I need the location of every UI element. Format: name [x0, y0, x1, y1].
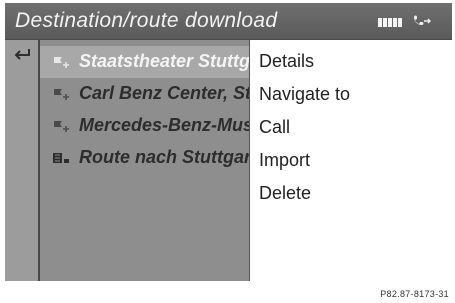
destination-flag-icon — [54, 121, 69, 132]
list-item[interactable]: Staatstheater Stuttgart — [40, 46, 250, 78]
route-icon — [53, 153, 69, 163]
options-menu: Details Navigate to Call Import Delete — [249, 40, 452, 281]
signal-bar — [393, 18, 397, 27]
signal-strength-icon — [378, 18, 402, 27]
screen-title: Destination/route download — [15, 9, 278, 32]
phone-connection-icon — [414, 15, 431, 25]
destination-flag-icon — [54, 57, 69, 68]
signal-bar — [398, 18, 402, 27]
menu-item-details[interactable]: Details — [250, 46, 452, 76]
menu-item-label: Details — [259, 51, 315, 71]
menu-item-call[interactable]: Call — [250, 112, 452, 142]
signal-bar — [388, 18, 392, 27]
list-item-label: Staatstheater Stuttgart — [79, 51, 250, 71]
back-column[interactable] — [5, 40, 38, 281]
list-item[interactable]: Mercedes-Benz-Museum — [40, 110, 250, 142]
list-item-label: Carl Benz Center, Stuttgart — [79, 83, 250, 103]
menu-item-label: Navigate to — [259, 84, 351, 104]
menu-item-label: Call — [259, 117, 291, 137]
title-bar: Destination/route download — [5, 3, 452, 40]
signal-bar — [378, 18, 382, 27]
list-item-label: Route nach Stuttgart — [79, 147, 250, 167]
figure-code: P82.87-8173-31 — [380, 289, 449, 299]
menu-item-delete[interactable]: Delete — [250, 178, 452, 208]
menu-item-navigate-to[interactable]: Navigate to — [250, 79, 452, 109]
menu-item-label: Delete — [259, 183, 312, 203]
menu-item-import[interactable]: Import — [250, 145, 452, 175]
back-icon[interactable] — [13, 47, 31, 61]
list-item[interactable]: Route nach Stuttgart — [40, 142, 250, 174]
menu-item-label: Import — [259, 150, 311, 170]
destination-list: Staatstheater Stuttgart Carl Benz Center… — [40, 40, 250, 281]
destination-flag-icon — [54, 89, 69, 100]
list-item-label: Mercedes-Benz-Museum — [79, 115, 250, 135]
list-item[interactable]: Carl Benz Center, Stuttgart — [40, 78, 250, 110]
display-screen: Destination/route download Staatstheater… — [5, 3, 452, 281]
signal-bar — [383, 18, 387, 27]
